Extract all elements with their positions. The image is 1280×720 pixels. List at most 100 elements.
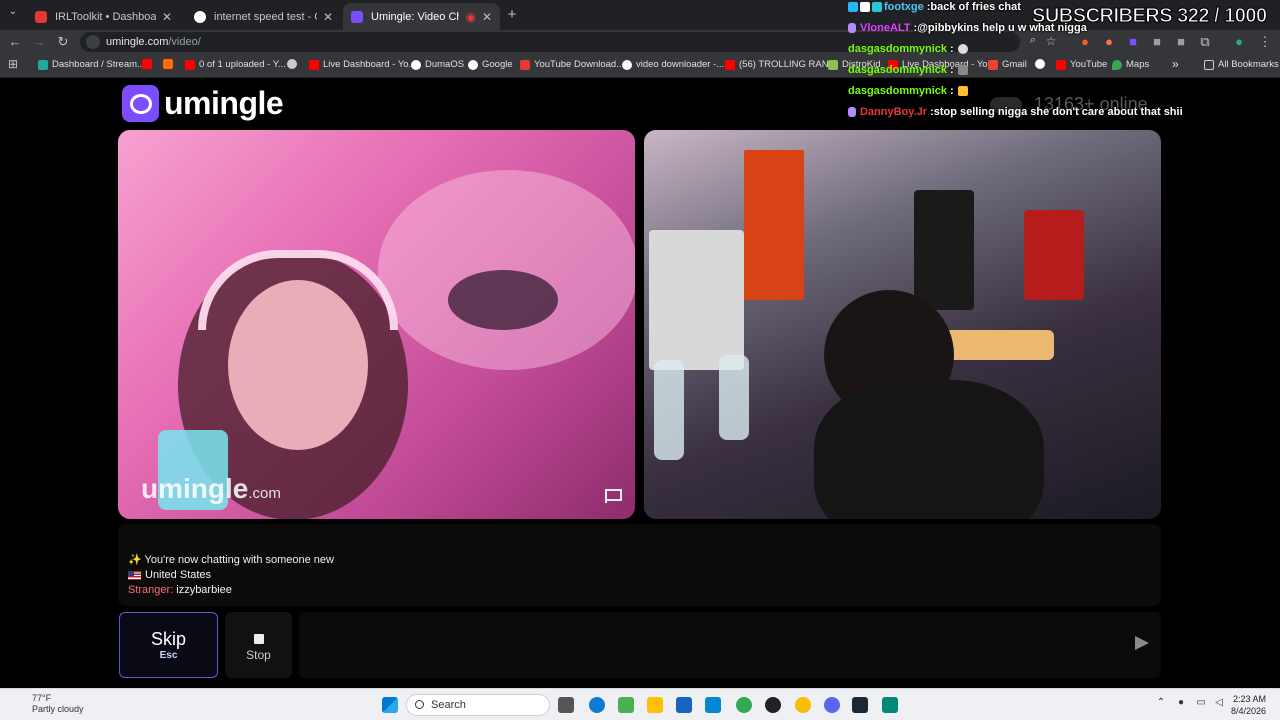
chat-log: ✨ You're now chatting with someone new U… [118, 524, 1161, 606]
bookmark-label: 0 of 1 uploaded - Y... [199, 59, 286, 70]
bookmark-label: (56) TROLLING RAN... [739, 59, 837, 70]
tab-search-icon[interactable]: ⌄ [4, 6, 22, 17]
video-scene-cat [448, 270, 558, 330]
stranger-line: Stranger: izzybarbiee [128, 583, 1151, 598]
bookmark-item[interactable] [163, 59, 177, 69]
close-tab-icon[interactable]: ✕ [482, 10, 492, 24]
youtube-favicon-icon [142, 59, 152, 69]
discord-icon[interactable] [824, 697, 840, 713]
chrome-icon[interactable] [736, 697, 752, 713]
distrokid-favicon-icon [828, 59, 838, 70]
bookmark-label: Live Dashboard - Yo... [323, 59, 417, 70]
stop-label: Stop [246, 648, 271, 662]
microphone-icon[interactable]: ● [1172, 697, 1190, 708]
google-favicon-icon [468, 59, 478, 70]
emote-icon [957, 86, 968, 96]
clock-time: 2:23 AM [1232, 694, 1266, 704]
app-icon[interactable] [618, 697, 634, 713]
close-tab-icon[interactable]: ✕ [323, 10, 333, 24]
file-explorer-icon[interactable] [647, 697, 663, 713]
edge-icon[interactable] [589, 697, 605, 713]
chat-text: stop selling nigga she don't care about … [933, 106, 1183, 118]
recording-icon: ◉ [465, 9, 476, 24]
app-icon[interactable] [882, 697, 898, 713]
google-favicon-icon [194, 10, 206, 23]
bookmark-item[interactable] [287, 59, 301, 69]
logo-wordmark: umingle [164, 85, 284, 121]
chat-message: dasgasdommynick: [848, 64, 970, 76]
weather-temp: 77°F [32, 693, 52, 703]
chat-message: dasgasdommynick: [848, 43, 970, 55]
bookmark-item[interactable] [142, 59, 156, 69]
apps-grid-icon[interactable]: ⊞ [4, 57, 22, 71]
umingle-favicon-icon [351, 10, 363, 23]
message-input[interactable] [299, 612, 1161, 678]
weather-widget[interactable]: 77°F Partly cloudy [12, 693, 84, 715]
umingle-logo[interactable]: umingle [122, 85, 284, 122]
bookmark-label: Google [482, 59, 513, 70]
report-flag-icon[interactable] [605, 489, 622, 503]
bookmark-item[interactable]: Google [468, 59, 513, 70]
send-icon[interactable] [1135, 636, 1149, 650]
badge-icon [848, 23, 856, 33]
skip-label: Skip [150, 629, 186, 649]
chat-text: back of fries chat [930, 1, 1021, 13]
emote-icon [957, 44, 968, 54]
clock-date: 8/4/2026 [1230, 706, 1266, 716]
video-scene-sweater [1024, 210, 1084, 300]
taskbar: 77°F Partly cloudy Search ⌃ ● ▭ ◁ 2:23 A… [0, 688, 1280, 720]
task-view-icon[interactable] [558, 697, 574, 713]
youtube-favicon-icon [725, 59, 735, 70]
volume-icon[interactable]: ◁ [1210, 697, 1228, 708]
bookmark-favicon-icon [287, 59, 297, 69]
bookmark-item[interactable]: (56) TROLLING RAN... [725, 59, 837, 70]
tray-overflow-icon[interactable]: ⌃ [1152, 697, 1170, 708]
badge-icon [848, 107, 856, 117]
bookmark-item[interactable]: 0 of 1 uploaded - Y... [185, 59, 286, 70]
bookmark-item[interactable]: video downloader -... [622, 59, 724, 70]
tab-title: Umingle: Video Chat with S [371, 10, 459, 23]
tab-irltoolkit[interactable]: IRLToolkit • Dashboard ✕ [27, 3, 180, 30]
video-scene-poster [649, 230, 744, 370]
forward-button[interactable]: → [30, 34, 48, 49]
url-domain: umingle.com [106, 36, 169, 48]
bookmark-label: DumaOS [425, 59, 465, 70]
reload-button[interactable]: ↻ [54, 34, 72, 50]
taskbar-search[interactable]: Search [406, 694, 550, 716]
back-button[interactable]: ← [6, 34, 24, 49]
umingle-watermark: umingle.com [141, 473, 281, 504]
new-tab-button[interactable]: + [503, 6, 521, 23]
tab-google-search[interactable]: internet speed test - Google Se ✕ [186, 3, 341, 30]
bookmark-favicon-icon [38, 59, 48, 70]
chrome-icon[interactable] [795, 697, 811, 713]
skip-button[interactable]: Skip Esc [119, 612, 218, 678]
stranger-label: Stranger: [128, 584, 174, 596]
chat-username: DannyBoy.Jr [860, 106, 928, 118]
tab-umingle[interactable]: Umingle: Video Chat with S ◉ ✕ [343, 3, 500, 30]
chat-message: dasgasdommynick: [848, 85, 970, 97]
stranger-video: umingle.com [118, 130, 635, 519]
country-line: United States [128, 568, 1151, 583]
bookmark-item[interactable]: Live Dashboard - Yo... [309, 59, 416, 70]
start-windows-icon[interactable] [382, 697, 398, 713]
network-icon[interactable]: ▭ [1192, 697, 1210, 708]
bookmark-item[interactable]: Dashboard / Stream... [38, 59, 145, 70]
video-scene-flag [744, 150, 804, 300]
headset-icon [198, 250, 398, 330]
system-clock[interactable]: 2:23 AM 8/4/2026 [1231, 693, 1266, 717]
video-scene-water-bottle [719, 355, 749, 440]
stop-button[interactable]: Stop [225, 612, 292, 678]
close-tab-icon[interactable]: ✕ [162, 10, 172, 24]
bookmark-item[interactable]: DumaOS [411, 59, 464, 70]
tab-title: internet speed test - Google Se [214, 10, 317, 23]
bookmark-item[interactable]: YouTube Download... [520, 59, 624, 70]
chat-message: DannyBoy.Jr: stop selling nigga she don'… [848, 106, 1183, 118]
outlook-icon[interactable] [705, 697, 721, 713]
obs-icon[interactable] [765, 697, 781, 713]
subscriber-goal: SUBSCRIBERS 322 / 1000 [1032, 5, 1268, 28]
steam-icon[interactable] [852, 697, 868, 713]
url-path: /video/ [168, 36, 201, 48]
video-scene-water-bottle [654, 360, 684, 460]
site-info-icon[interactable] [86, 35, 100, 49]
store-icon[interactable] [676, 697, 692, 713]
